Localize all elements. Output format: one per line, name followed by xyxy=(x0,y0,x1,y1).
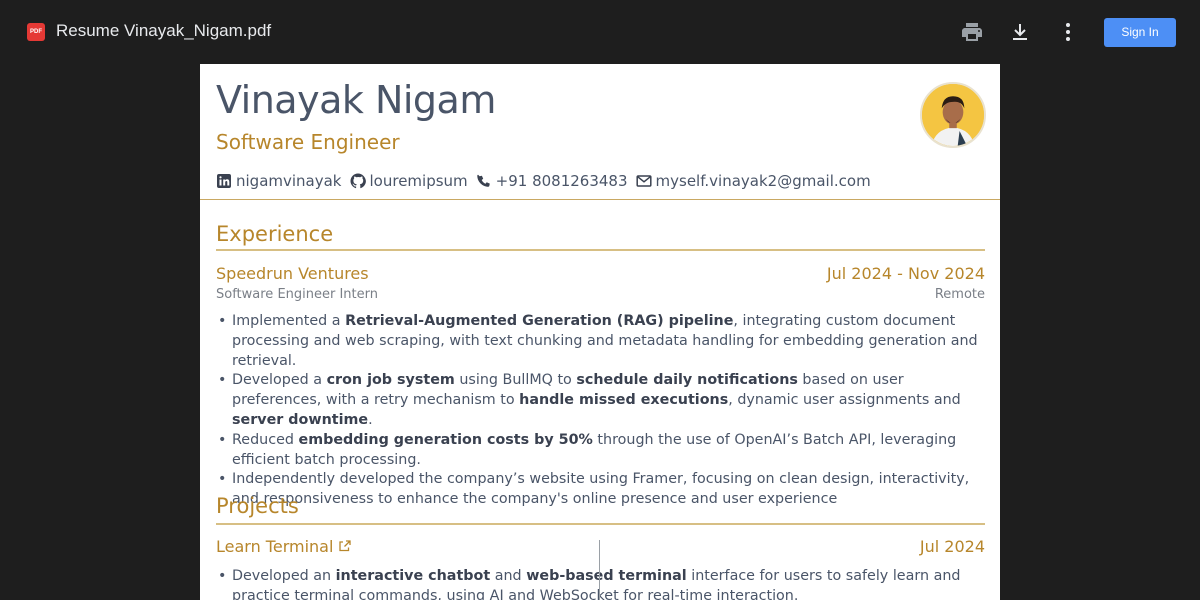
section-title-projects: Projects xyxy=(216,494,299,518)
project-entry: Learn Terminal xyxy=(216,537,352,556)
resume-role: Software Engineer xyxy=(216,130,400,154)
project-date: Jul 2024 xyxy=(919,537,985,556)
resume-name: Vinayak Nigam xyxy=(216,78,496,122)
linkedin-handle: nigamvinayak xyxy=(236,172,342,190)
more-vert-icon[interactable] xyxy=(1056,20,1080,44)
print-icon[interactable] xyxy=(960,20,984,44)
section-divider xyxy=(216,249,985,251)
list-item: Reduced embedding generation costs by 50… xyxy=(216,431,988,471)
list-item: Developed an interactive chatbot and web… xyxy=(216,567,988,600)
header-divider xyxy=(200,199,1000,200)
mail-icon xyxy=(635,175,652,187)
list-item: Implemented a Retrieval-Augmented Genera… xyxy=(216,312,988,371)
contact-github[interactable]: louremipsum xyxy=(350,172,468,190)
list-item: Developed a cron job system using BullMQ… xyxy=(216,371,988,430)
job-dates: Jul 2024 - Nov 2024 xyxy=(826,264,985,283)
job-location: Remote xyxy=(934,287,985,302)
contact-email[interactable]: myself.vinayak2@gmail.com xyxy=(635,172,871,190)
contact-row: nigamvinayak louremipsum +91 8081263483 … xyxy=(216,171,879,191)
text-cursor xyxy=(599,540,600,600)
section-divider xyxy=(216,523,985,525)
download-icon[interactable] xyxy=(1008,20,1032,44)
linkedin-icon xyxy=(217,174,231,188)
github-icon xyxy=(350,173,366,189)
sign-in-button[interactable]: Sign In xyxy=(1104,18,1176,47)
pdf-page: Vinayak Nigam Software Engineer nigamvin… xyxy=(200,64,1000,600)
contact-linkedin[interactable]: nigamvinayak xyxy=(216,172,342,190)
profile-photo xyxy=(920,82,986,148)
list-item: Independently developed the company’s we… xyxy=(216,470,988,510)
section-title-experience: Experience xyxy=(216,222,334,246)
github-handle: louremipsum xyxy=(369,172,468,190)
email-address: myself.vinayak2@gmail.com xyxy=(655,172,871,190)
phone-number: +91 8081263483 xyxy=(495,172,628,190)
external-link-icon[interactable] xyxy=(339,540,352,552)
pdf-file-icon: PDF xyxy=(27,23,45,41)
pdf-viewer-toolbar: PDF Resume Vinayak_Nigam.pdf Sign In xyxy=(0,0,1200,64)
experience-bullets: Implemented a Retrieval-Augmented Genera… xyxy=(216,312,988,510)
contact-phone[interactable]: +91 8081263483 xyxy=(476,172,628,190)
document-title: Resume Vinayak_Nigam.pdf xyxy=(56,21,272,40)
job-title: Software Engineer Intern xyxy=(216,287,378,302)
phone-icon xyxy=(476,174,490,187)
project-bullets: Developed an interactive chatbot and web… xyxy=(216,567,988,600)
project-name[interactable]: Learn Terminal xyxy=(216,537,333,556)
company-name: Speedrun Ventures xyxy=(216,264,369,283)
